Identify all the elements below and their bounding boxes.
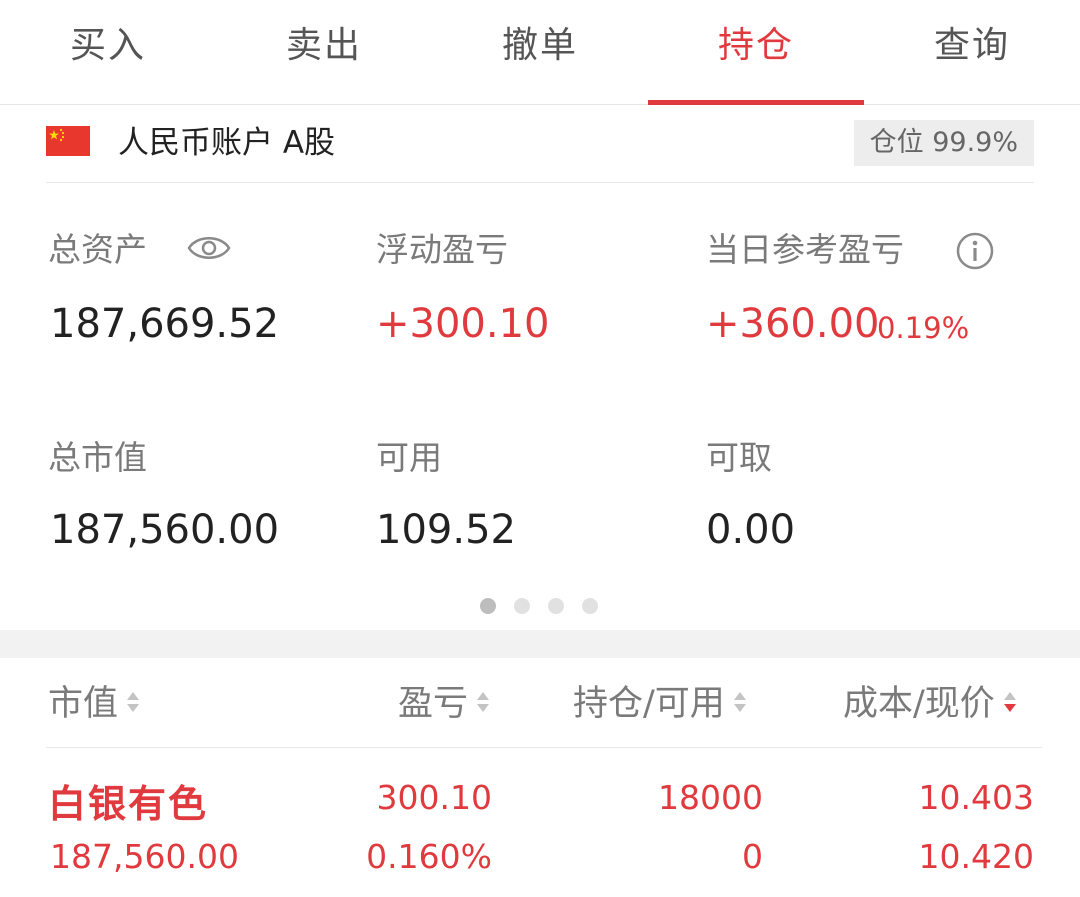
stock-pl: 300.10 xyxy=(376,778,492,817)
active-tab-indicator xyxy=(648,100,864,105)
column-header-label: 盈亏 xyxy=(398,684,469,724)
page-dot[interactable] xyxy=(514,598,530,614)
stock-available: 0 xyxy=(742,837,763,876)
withdrawable-label: 可取 xyxy=(706,438,772,477)
available-label: 可用 xyxy=(376,438,442,477)
stock-market-value: 187,560.00 xyxy=(50,837,239,876)
position-ratio-badge: 仓位 99.9% xyxy=(853,120,1034,166)
sort-icon xyxy=(127,692,140,712)
column-header-label: 成本/现价 xyxy=(843,684,995,724)
market-value-label: 总市值 xyxy=(48,438,147,477)
market-value-value: 187,560.00 xyxy=(50,507,280,553)
page-dot[interactable] xyxy=(480,598,496,614)
header-divider xyxy=(46,747,1042,748)
tab-label: 买入 xyxy=(69,25,146,66)
sort-icon xyxy=(733,692,746,712)
stock-position: 18000 xyxy=(658,778,763,817)
eye-icon[interactable] xyxy=(186,232,232,264)
tab-sell[interactable]: 卖出 xyxy=(216,0,432,104)
column-header-label: 持仓/可用 xyxy=(573,684,725,724)
total-assets-label: 总资产 xyxy=(48,230,147,269)
tab-buy[interactable]: 买入 xyxy=(0,0,216,104)
tab-label: 卖出 xyxy=(285,25,362,66)
withdrawable-value: 0.00 xyxy=(706,507,796,553)
floating-pl-value: +300.10 xyxy=(376,301,550,347)
column-header-pl[interactable]: 盈亏 xyxy=(398,680,492,728)
stock-name: 白银有色 xyxy=(48,782,209,826)
sort-desc-active-icon xyxy=(1003,692,1016,712)
top-tab-bar: 买入 卖出 撤单 持仓 查询 xyxy=(0,0,1080,105)
info-icon[interactable] xyxy=(955,231,995,271)
sort-icon xyxy=(477,692,490,712)
tab-holdings[interactable]: 持仓 xyxy=(648,0,864,105)
stock-pl-percent: 0.160% xyxy=(366,837,492,876)
account-name: 人民币账户 A股 xyxy=(118,125,336,161)
column-header-position[interactable]: 持仓/可用 xyxy=(573,680,749,728)
available-value: 109.52 xyxy=(376,507,516,553)
tab-label: 查询 xyxy=(933,25,1010,66)
total-assets-value: 187,669.52 xyxy=(50,301,280,347)
account-row[interactable]: 人民币账户 A股 仓位 99.9% xyxy=(46,118,1034,183)
page-dot[interactable] xyxy=(548,598,564,614)
daily-pl-label: 当日参考盈亏 xyxy=(706,230,904,269)
stock-cost: 10.403 xyxy=(918,778,1034,817)
tab-query[interactable]: 查询 xyxy=(864,0,1080,104)
daily-pl-percent: 0.19% xyxy=(877,311,970,345)
section-divider xyxy=(0,630,1080,658)
tab-label: 撤单 xyxy=(501,25,578,66)
page-dot[interactable] xyxy=(582,598,598,614)
china-flag-icon xyxy=(46,126,90,156)
stock-price: 10.420 xyxy=(918,837,1034,876)
tab-cancel-order[interactable]: 撤单 xyxy=(432,0,648,104)
column-header-label: 市值 xyxy=(48,684,119,724)
daily-pl-value: +360.00 xyxy=(706,301,880,347)
tab-label: 持仓 xyxy=(717,25,794,66)
column-header-market-value[interactable]: 市值 xyxy=(48,680,142,728)
floating-pl-label: 浮动盈亏 xyxy=(376,230,508,269)
column-header-cost-price[interactable]: 成本/现价 xyxy=(843,680,1019,728)
